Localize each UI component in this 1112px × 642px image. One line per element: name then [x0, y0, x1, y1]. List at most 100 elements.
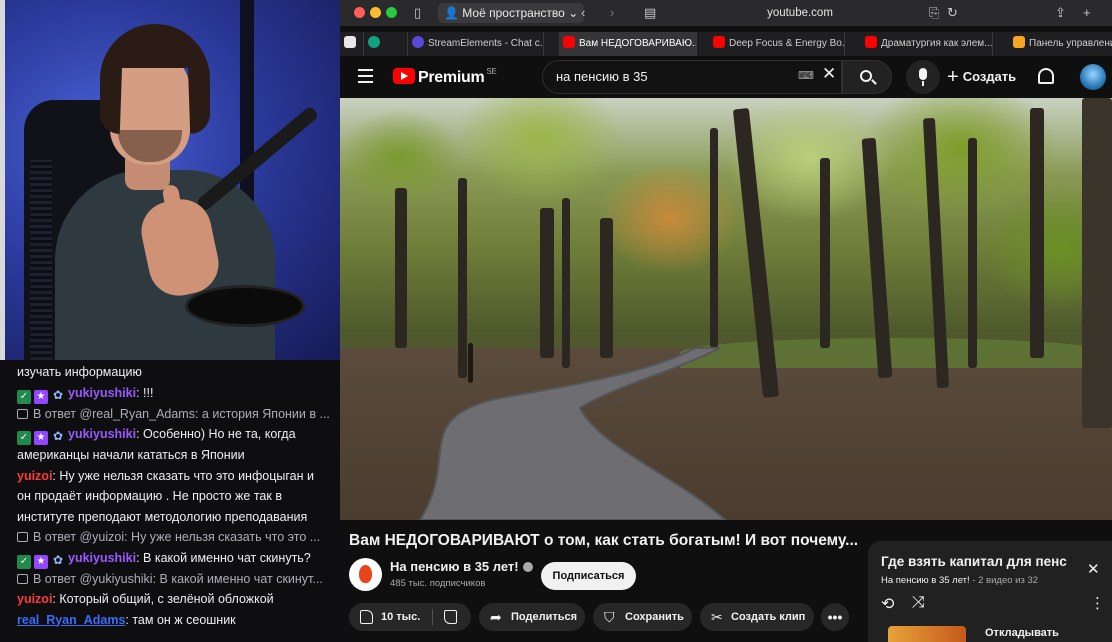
chat-message: yuizoi: Который общий, с зелёной обложко…	[17, 589, 340, 610]
space-selector[interactable]: 👤 Моё пространство ⌄	[438, 3, 585, 23]
chat-text: : !!!	[136, 385, 154, 400]
reply-text[interactable]: В ответ @real_Ryan_Adams: а история Япон…	[33, 407, 330, 421]
close-window-button[interactable]	[354, 7, 365, 18]
tab-youtube-active[interactable]: Вам НЕДОГОВАРИВАЮ...	[559, 32, 697, 56]
playlist-item-thumbnail[interactable]	[888, 626, 966, 642]
tab-label: Драматургия как элем...	[881, 38, 993, 49]
browser-toolbar: ▯ 👤 Моё пространство ⌄ ‹ › ▤ youtube.com…	[340, 0, 1112, 26]
share-label: Поделиться	[511, 611, 578, 623]
minimize-window-button[interactable]	[370, 7, 381, 18]
youtube-icon	[865, 36, 877, 48]
star-badge-icon: ★	[34, 389, 48, 404]
sword-badge-icon: ✓	[17, 431, 31, 445]
address-bar[interactable]: youtube.com	[640, 3, 960, 23]
close-icon[interactable]: ✕	[1087, 560, 1100, 578]
voice-search-button[interactable]	[906, 60, 940, 94]
pinned-tab[interactable]	[340, 32, 364, 56]
chat-message: real_Ryan_Adams: там он ж сеошник	[17, 610, 340, 631]
pinned-tab[interactable]	[364, 32, 408, 56]
microphone-icon	[919, 68, 927, 80]
channel-name[interactable]: На пенсию в 35 лет!	[390, 559, 533, 574]
playlist-item-title[interactable]: Откладывать	[985, 627, 1059, 639]
chat-text: : Ну уже нельзя сказать что это инфоцыга…	[52, 468, 314, 483]
person-icon: 👤	[444, 6, 459, 20]
search-input[interactable]: на пенсию в 35	[542, 60, 842, 94]
menu-icon[interactable]	[358, 69, 373, 83]
chat-text: изучать информацию	[17, 365, 142, 379]
new-tab-icon[interactable]: +	[1083, 4, 1091, 22]
streamer-webcam	[0, 0, 340, 360]
playlist-title[interactable]: Где взять капитал для пенс	[881, 554, 1077, 569]
create-clip-button[interactable]: ✂ Создать клип	[700, 603, 814, 631]
chat-username[interactable]: yukiyushiki	[68, 386, 136, 400]
clear-search-icon[interactable]: ✕	[822, 64, 836, 84]
playlist-meta: На пенсию в 35 лет! - 2 видео из 32	[881, 575, 1038, 586]
chat-text: : там он ж сеошник	[125, 612, 236, 627]
chat-text: : В какой именно чат скинуть?	[136, 550, 311, 565]
translate-icon[interactable]: ⎘	[929, 4, 939, 22]
post	[468, 343, 473, 383]
chatgpt-icon	[368, 36, 380, 48]
cam-frame-edge	[0, 0, 5, 360]
chat-text: : Особенно) Но не та, когда	[136, 427, 296, 441]
youtube-header: Premium SE на пенсию в 35 ⌨ ✕ + Создать	[340, 56, 1112, 98]
plus-icon: +	[947, 66, 959, 88]
youtube-logo[interactable]: Premium SE	[393, 67, 497, 87]
chat-username[interactable]: yukiyushiki	[68, 551, 136, 565]
channel-avatar[interactable]	[349, 558, 382, 591]
tab-label: Панель управления	[1029, 38, 1112, 49]
youtube-icon	[713, 36, 725, 48]
chat-line: институте преподают методологию преподав…	[17, 507, 340, 528]
tab-youtube-deep-focus[interactable]: Deep Focus & Energy Bo...	[709, 32, 845, 56]
notifications-bell-icon[interactable]	[1038, 68, 1054, 84]
chat-username[interactable]: real_Ryan_Adams	[17, 613, 125, 627]
chat-line: он продаёт информацию . Не просто же так…	[17, 486, 340, 507]
share-button[interactable]: ➦ Поделиться	[479, 603, 585, 631]
maximize-window-button[interactable]	[386, 7, 397, 18]
mic-arm	[195, 105, 320, 213]
save-button[interactable]: ⛉ Сохранить	[593, 603, 692, 631]
loop-icon[interactable]: ⟲	[881, 594, 894, 614]
more-vertical-icon[interactable]: ⋮	[1090, 594, 1105, 612]
create-label: Создать	[962, 69, 1017, 84]
like-dislike-group: 10 тыс.	[349, 603, 471, 631]
sidebar-toggle-icon[interactable]: ▯	[414, 4, 421, 22]
chat-username[interactable]: yuizoi	[17, 592, 52, 606]
logo-badge: SE	[486, 67, 497, 76]
tab-streamelements[interactable]: StreamElements - Chat c...	[408, 32, 544, 56]
anime-badge-icon: ✿	[52, 429, 64, 443]
tab-youtube-dramaturgy[interactable]: Драматургия как элем...	[861, 32, 993, 56]
avatar[interactable]	[1080, 64, 1106, 90]
chat-username[interactable]: yuizoi	[17, 469, 52, 483]
tab-dashboard[interactable]: Панель управления	[1009, 32, 1112, 56]
star-badge-icon: ★	[34, 554, 48, 569]
youtube-icon	[563, 36, 575, 48]
shuffle-icon[interactable]: ⤨	[912, 594, 925, 612]
reply-text[interactable]: В ответ @yuizoi: Ну уже нельзя сказать ч…	[33, 530, 320, 544]
forward-icon[interactable]: ›	[610, 4, 614, 22]
sword-badge-icon: ✓	[17, 554, 31, 569]
d-icon	[1013, 36, 1025, 48]
save-label: Сохранить	[625, 611, 684, 623]
keyboard-icon[interactable]: ⌨	[798, 69, 814, 82]
reply-icon	[17, 408, 28, 419]
clip-label: Создать клип	[731, 611, 806, 623]
dislike-button[interactable]	[433, 603, 471, 631]
tab-label: Deep Focus & Energy Bo...	[729, 38, 845, 49]
chat-username[interactable]: yukiyushiki	[68, 427, 136, 441]
like-button[interactable]: 10 тыс.	[349, 603, 431, 631]
logo-text: Premium	[418, 69, 485, 86]
reply-text[interactable]: В ответ @yukiyushiki: В какой именно чат…	[33, 572, 323, 586]
search-button[interactable]	[842, 60, 892, 94]
share-icon[interactable]: ⇪	[1055, 4, 1066, 22]
reload-icon[interactable]: ↻	[947, 4, 958, 22]
video-player[interactable]	[340, 98, 1112, 520]
more-actions-button[interactable]: •••	[821, 603, 849, 631]
playlist-channel[interactable]: На пенсию в 35 лет!	[881, 575, 970, 586]
park-path	[418, 347, 727, 520]
chat-message: ✓ ★ ✿ yukiyushiki: Особенно) Но не та, когд…	[17, 424, 340, 445]
create-button[interactable]: + Создать	[947, 66, 1016, 88]
back-icon[interactable]: ‹	[581, 4, 585, 22]
sword-badge-icon: ✓	[17, 389, 31, 404]
subscribe-button[interactable]: Подписаться	[541, 562, 636, 590]
